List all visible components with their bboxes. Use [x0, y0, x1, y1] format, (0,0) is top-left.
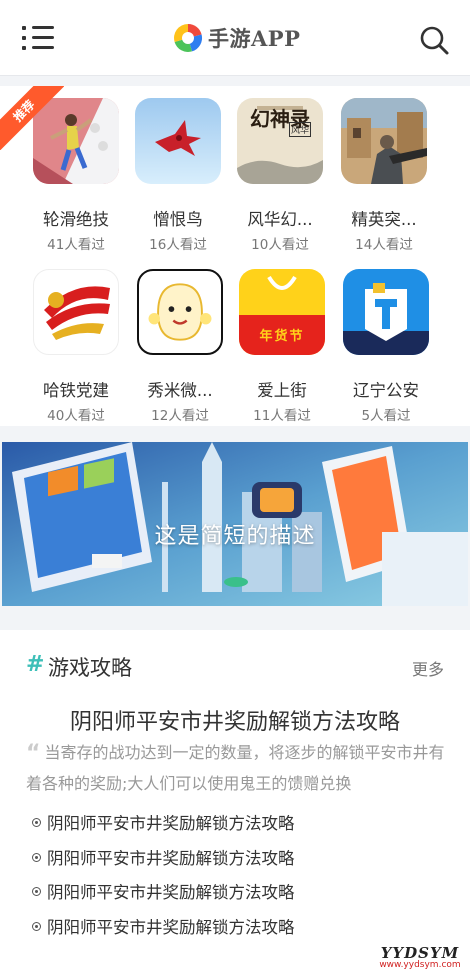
bullet-icon — [32, 852, 41, 862]
search-icon[interactable] — [418, 24, 450, 56]
logo-icon — [174, 23, 203, 52]
article-title: 阴阳师平安市井奖励解锁方法攻略 — [47, 883, 295, 902]
article-title: 阴阳师平安市井奖励解锁方法攻略 — [47, 917, 295, 937]
app-grid: 轮滑绝技 41人看过 憎恨鸟 16人看过 幻神录 风华 风华幻... 10人看过 — [0, 86, 470, 426]
quote-icon: “ — [26, 741, 41, 766]
article-link[interactable]: 阴阳师平安市井奖励解锁方法攻略 — [32, 845, 432, 880]
app-name: 哈铁党建 — [43, 381, 109, 400]
app-views: 5人看过 — [361, 408, 411, 424]
watermark-url: www.yydsym.com — [379, 960, 461, 970]
featured-article-title[interactable]: 阴阳师平安市井奖励解锁方法攻略 — [0, 704, 470, 736]
app-card[interactable]: 精英突... 14人看过 — [333, 98, 433, 258]
app-card[interactable]: 辽宁公安 5人看过 — [335, 269, 435, 429]
hash-icon: # — [26, 652, 45, 677]
skate-game-icon — [33, 98, 119, 184]
app-logo[interactable]: 手游APP — [172, 20, 300, 56]
app-name: 精英突... — [351, 210, 417, 229]
bullet-icon — [32, 921, 41, 931]
article-list: 阴阳师平安市井奖励解锁方法攻略 阴阳师平安市井奖励解锁方法攻略 阴阳师平安市井奖… — [32, 810, 432, 948]
app-card[interactable]: 年货节 爱上街 11人看过 — [231, 269, 331, 429]
logo-text: 手游APP — [208, 26, 301, 51]
section-title: 游戏攻略 — [48, 656, 132, 680]
article-title: 阴阳师平安市井奖励解锁方法攻略 — [47, 814, 295, 833]
article-link[interactable]: 阴阳师平安市井奖励解锁方法攻略 — [32, 914, 432, 949]
app-name: 轮滑绝技 — [43, 210, 109, 229]
police-app-icon — [343, 269, 429, 355]
article-title: 阴阳师平安市井奖励解锁方法攻略 — [47, 848, 295, 868]
shooter-game-icon — [341, 98, 427, 184]
app-card[interactable]: 秀米微... 12人看过 — [129, 269, 229, 429]
app-name: 憎恨鸟 — [153, 210, 203, 229]
app-views: 14人看过 — [355, 237, 413, 253]
app-views: 10人看过 — [251, 237, 309, 253]
article-link[interactable]: 阴阳师平安市井奖励解锁方法攻略 — [32, 879, 432, 914]
xiumi-icon — [137, 269, 223, 355]
featured-article-summary: “当寄存的战功达到一定的数量，将逐步的解锁平安市井有着各种的奖励;大人们可以使用… — [26, 738, 446, 799]
bullet-icon — [32, 818, 41, 827]
more-link[interactable]: 更多 — [412, 656, 444, 680]
party-building-icon — [33, 269, 119, 355]
app-card[interactable]: 幻神录 风华 风华幻... 10人看过 — [229, 98, 329, 258]
menu-icon[interactable] — [22, 24, 54, 52]
banner-caption: 这是简短的描述 — [154, 524, 316, 549]
top-header: 手游APP — [0, 0, 470, 76]
fantasy-seal: 风华 — [289, 122, 312, 137]
section-header: # 游戏攻略 更多 — [26, 652, 446, 682]
app-name: 风华幻... — [247, 210, 313, 229]
app-name: 辽宁公安 — [353, 381, 419, 400]
shopping-banner-text: 年货节 — [259, 329, 305, 344]
summary-text: 当寄存的战功达到一定的数量，将逐步的解锁平安市井有着各种的奖励;大人们可以使用鬼… — [26, 743, 445, 793]
shopping-icon: 年货节 — [239, 269, 325, 355]
site-watermark: YYDSYM www.yydsym.com — [374, 944, 466, 974]
app-views: 16人看过 — [149, 237, 207, 253]
app-card[interactable]: 哈铁党建 40人看过 — [25, 269, 125, 429]
game-guide-section: # 游戏攻略 更多 阴阳师平安市井奖励解锁方法攻略 “当寄存的战功达到一定的数量… — [0, 630, 470, 978]
app-views: 11人看过 — [253, 408, 311, 424]
promo-banner[interactable]: 这是简短的描述 — [2, 442, 468, 606]
app-name: 爱上街 — [257, 381, 307, 400]
app-views: 40人看过 — [47, 408, 105, 424]
bullet-icon — [32, 887, 41, 896]
article-link[interactable]: 阴阳师平安市井奖励解锁方法攻略 — [32, 810, 432, 845]
app-views: 41人看过 — [47, 237, 105, 253]
app-name: 秀米微... — [147, 381, 213, 400]
app-card[interactable]: 憎恨鸟 16人看过 — [127, 98, 227, 258]
app-card[interactable]: 轮滑绝技 41人看过 — [25, 98, 125, 258]
fantasy-game-icon: 幻神录 风华 — [237, 98, 323, 184]
app-views: 12人看过 — [151, 408, 209, 424]
bird-game-icon — [135, 98, 221, 184]
